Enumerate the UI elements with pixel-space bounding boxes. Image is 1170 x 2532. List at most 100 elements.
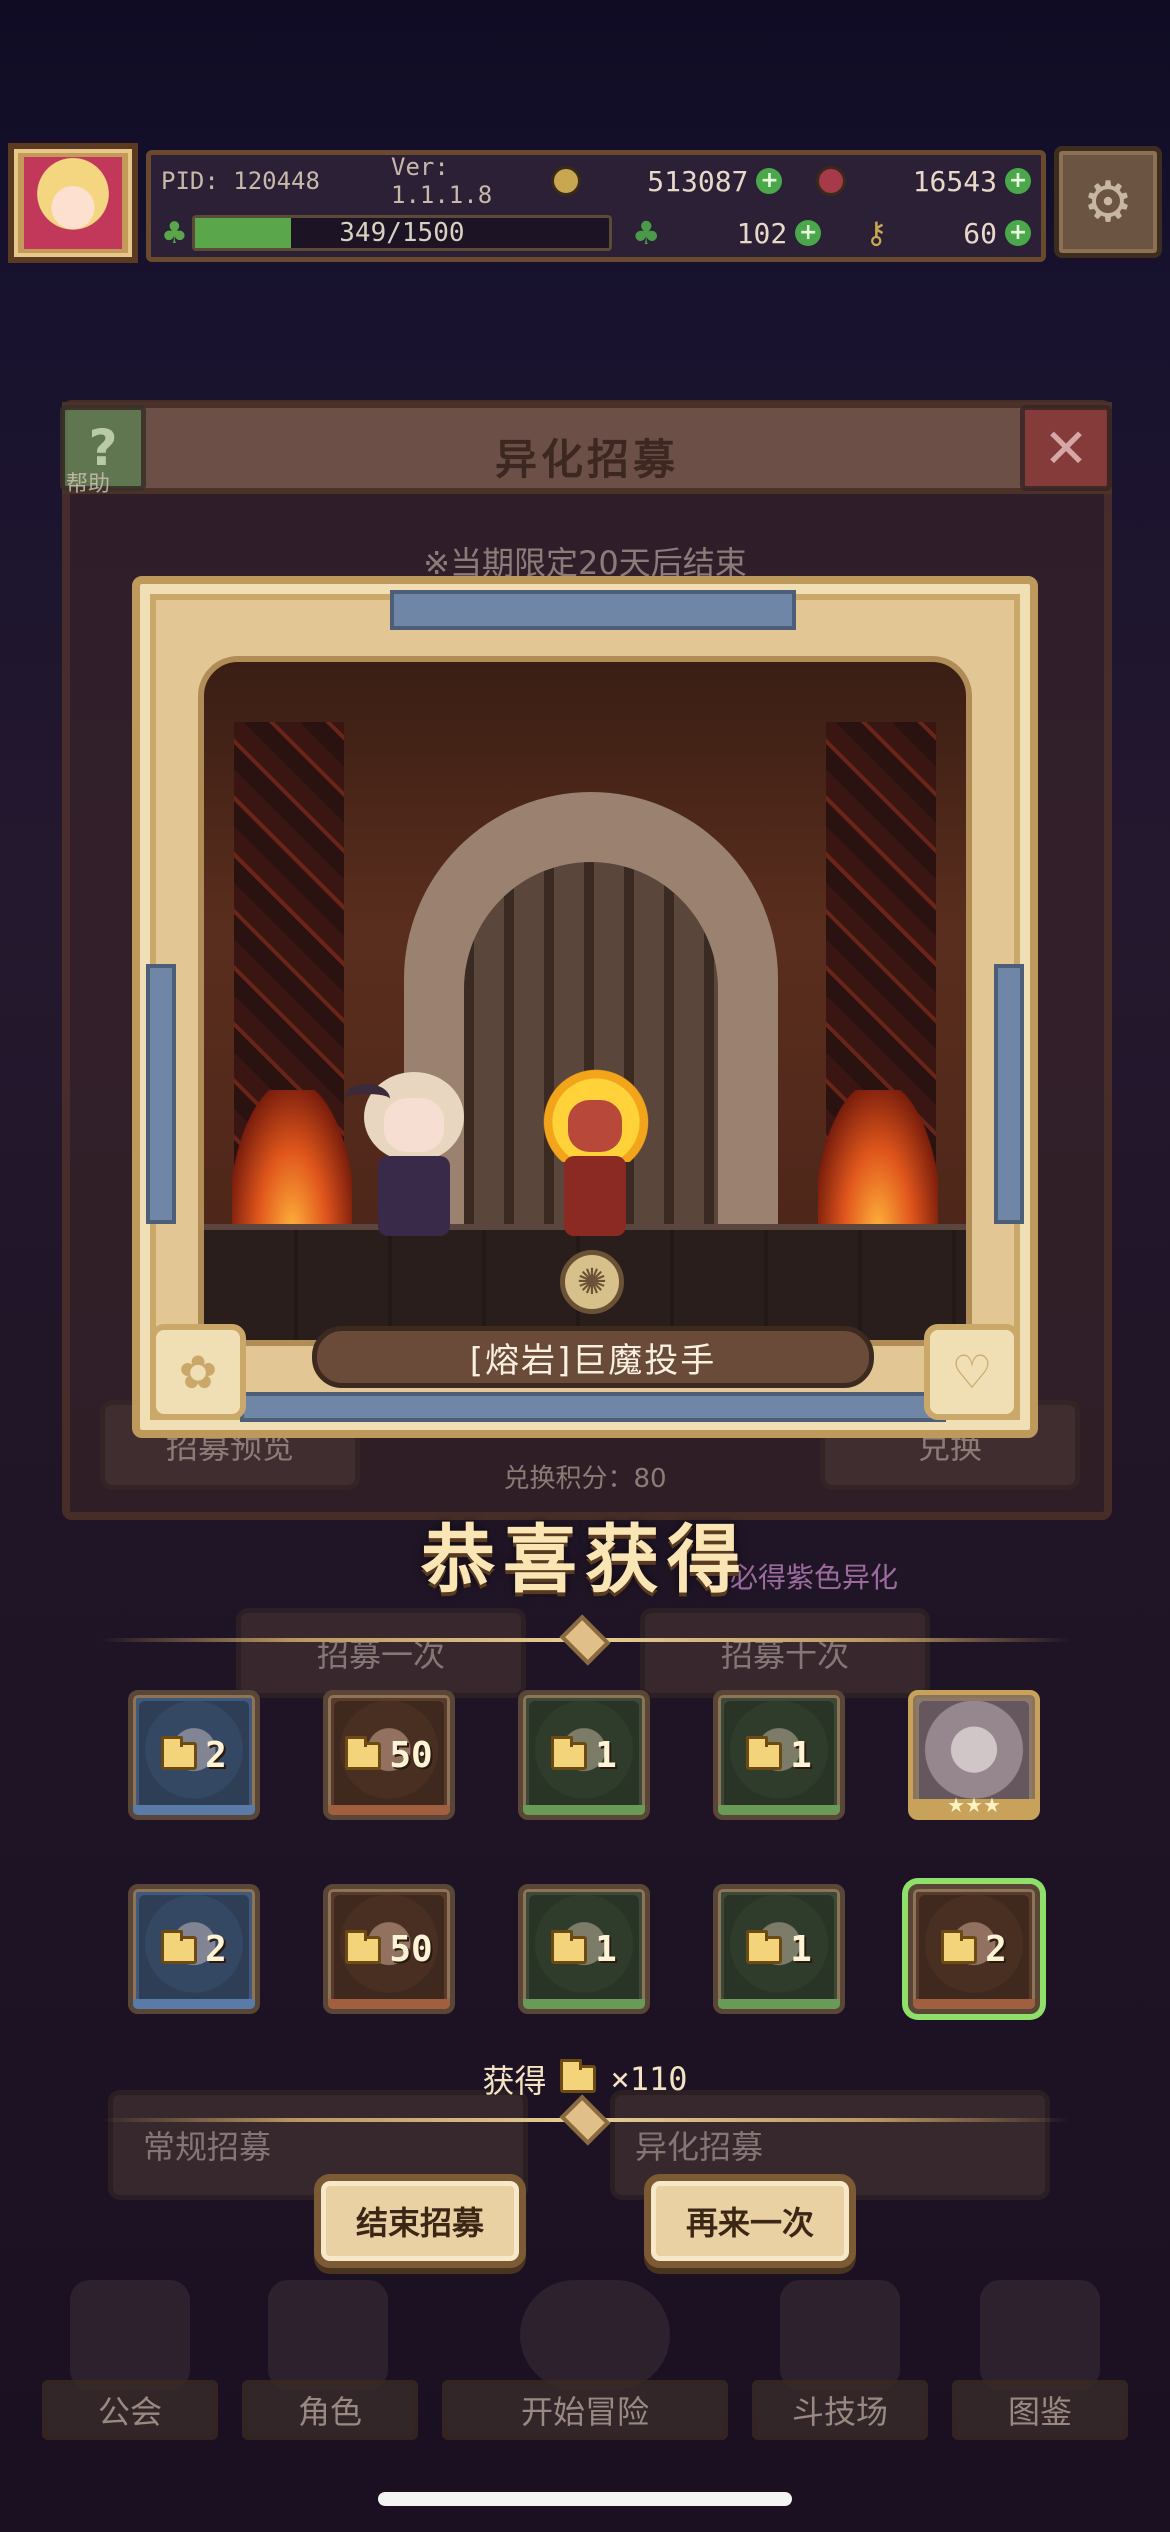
obtain-summary: 获得 ×110 bbox=[0, 2056, 1170, 2102]
recruit-ten-label: 招募十次 bbox=[720, 1636, 849, 1674]
nav-arena[interactable]: 斗技场 bbox=[752, 2380, 928, 2440]
player-avatar[interactable] bbox=[8, 143, 138, 263]
lava-fire-left bbox=[232, 1090, 352, 1230]
card-left-bar bbox=[146, 964, 176, 1224]
reward-quantity: 1 bbox=[523, 1735, 645, 1776]
xp-bar: 349/1500 bbox=[191, 215, 612, 251]
troll-body bbox=[564, 1156, 626, 1236]
add-gold-icon[interactable]: + bbox=[756, 168, 783, 194]
player-stats-panel: PID: 120448 Ver: 1.1.1.8 513087 + 16543 … bbox=[146, 150, 1046, 262]
magnifier-icon bbox=[520, 2280, 670, 2390]
card-top-bar bbox=[390, 590, 796, 630]
reward-quantity-value: 1 bbox=[595, 1929, 617, 1970]
gem-icon bbox=[816, 166, 847, 196]
divider-gem-icon bbox=[559, 1614, 611, 1666]
reward-tile[interactable]: 2 bbox=[128, 1690, 260, 1820]
avatar-face bbox=[24, 157, 122, 249]
nav-adventure[interactable]: 开始冒险 bbox=[442, 2380, 728, 2440]
divider-bottom bbox=[100, 2094, 1070, 2146]
reward-quantity-value: 1 bbox=[595, 1735, 617, 1776]
add-gem-icon[interactable]: + bbox=[1004, 168, 1031, 194]
reward-quantity-value: 50 bbox=[389, 1735, 433, 1776]
companion-horn bbox=[344, 1084, 390, 1114]
nav-guild[interactable]: 公会 bbox=[42, 2380, 218, 2440]
dungeon-scene: ✺ bbox=[198, 656, 972, 1346]
lava-fire-right bbox=[818, 1090, 938, 1230]
reward-tile[interactable]: ★★★ bbox=[908, 1690, 1040, 1820]
gem-amount: 16543 bbox=[912, 164, 997, 198]
card-bottom-bar bbox=[240, 1392, 946, 1422]
reward-tile[interactable]: 1 bbox=[713, 1884, 845, 2014]
troll-face bbox=[568, 1100, 622, 1152]
swords-icon bbox=[780, 2280, 900, 2390]
hud-row-1: PID: 120448 Ver: 1.1.1.8 513087 + 16543 … bbox=[161, 153, 1031, 209]
reward-tile[interactable]: 2 bbox=[128, 1884, 260, 2014]
settings-button[interactable]: ⚙ bbox=[1054, 146, 1162, 258]
rarity-stripe bbox=[718, 1999, 840, 2009]
reward-quantity-value: 1 bbox=[790, 1929, 812, 1970]
obtain-count: ×110 bbox=[610, 2060, 688, 2098]
reward-tile[interactable]: 1 bbox=[518, 1884, 650, 2014]
companion-body bbox=[378, 1156, 450, 1236]
folder-icon bbox=[746, 1929, 783, 1964]
divider-gem-icon-2 bbox=[559, 2094, 611, 2146]
top-hud: PID: 120448 Ver: 1.1.1.8 513087 + 16543 … bbox=[8, 138, 1162, 268]
reward-quantity-value: 2 bbox=[985, 1929, 1007, 1970]
end-recruit-button[interactable]: 结束招募 bbox=[314, 2174, 526, 2268]
reward-quantity: 2 bbox=[913, 1929, 1035, 1970]
folder-icon bbox=[551, 1929, 588, 1964]
home-indicator[interactable] bbox=[378, 2492, 792, 2506]
lava-troll-character bbox=[534, 1062, 658, 1242]
add-clover-icon[interactable]: + bbox=[795, 220, 822, 246]
gold-coin-icon bbox=[551, 166, 581, 196]
close-icon: ✕ bbox=[1043, 416, 1089, 480]
recruit-once-button[interactable]: 招募一次 bbox=[236, 1608, 526, 1698]
reward-tile[interactable]: 50 bbox=[323, 1690, 455, 1820]
close-button[interactable]: ✕ bbox=[1020, 405, 1112, 491]
folder-icon bbox=[345, 1929, 382, 1964]
nav-character[interactable]: 角色 bbox=[242, 2380, 418, 2440]
reward-tile[interactable]: 50 bbox=[323, 1884, 455, 2014]
rarity-stripe bbox=[328, 1805, 450, 1815]
element-badge-icon: ✺ bbox=[560, 1250, 624, 1314]
folder-icon bbox=[345, 1735, 382, 1770]
recruit-once-label: 招募一次 bbox=[316, 1636, 445, 1674]
nav-character-label: 角色 bbox=[297, 2393, 362, 2431]
heart-shield-icon: ♡ bbox=[924, 1324, 1020, 1420]
clover-icon: ♣ bbox=[161, 215, 188, 251]
reward-quantity: 50 bbox=[328, 1735, 450, 1776]
rarity-stripe bbox=[718, 1805, 840, 1815]
reward-tile[interactable]: 1 bbox=[518, 1690, 650, 1820]
recruit-ten-button[interactable]: 招募十次 bbox=[640, 1608, 930, 1698]
key-amount: 60 bbox=[963, 216, 997, 250]
companion-face bbox=[384, 1098, 444, 1152]
rarity-stars: ★★★ bbox=[947, 1793, 1001, 1817]
end-recruit-label: 结束招募 bbox=[355, 2204, 484, 2242]
key-icon: ⚷ bbox=[865, 215, 888, 251]
reward-tile[interactable]: 2 bbox=[908, 1884, 1040, 2014]
rarity-stripe bbox=[133, 1999, 255, 2009]
reward-quantity-value: 50 bbox=[389, 1929, 433, 1970]
version-text: Ver: 1.1.1.8 bbox=[391, 153, 493, 209]
add-key-icon[interactable]: + bbox=[1005, 220, 1031, 246]
recruit-again-button[interactable]: 再来一次 bbox=[644, 2174, 856, 2268]
pid-text: PID: 120448 bbox=[161, 167, 320, 195]
reward-quantity: 2 bbox=[133, 1929, 255, 1970]
exchange-points: 兑换积分：80 bbox=[503, 1464, 667, 1494]
help-label: 帮助 bbox=[66, 472, 111, 497]
paw-icon: ✿ bbox=[150, 1324, 246, 1420]
alien-recruit-label: 异化招募 bbox=[635, 2128, 764, 2166]
hero-name-plate: [熔岩]巨魔投手 bbox=[312, 1326, 874, 1388]
reward-tile[interactable]: 1 bbox=[713, 1690, 845, 1820]
reward-quantity: 50 bbox=[328, 1929, 450, 1970]
folder-icon bbox=[551, 1735, 588, 1770]
folder-icon bbox=[560, 2059, 597, 2093]
nav-collection[interactable]: 图鉴 bbox=[952, 2380, 1128, 2440]
clover-amount: 102 bbox=[736, 216, 788, 250]
reward-quantity: 1 bbox=[523, 1929, 645, 1970]
folder-icon bbox=[746, 1735, 783, 1770]
nav-arena-label: 斗技场 bbox=[791, 2393, 888, 2431]
reward-quantity-value: 2 bbox=[205, 1929, 227, 1970]
rarity-stripe bbox=[523, 1805, 645, 1815]
rarity-stripe bbox=[133, 1805, 255, 1815]
